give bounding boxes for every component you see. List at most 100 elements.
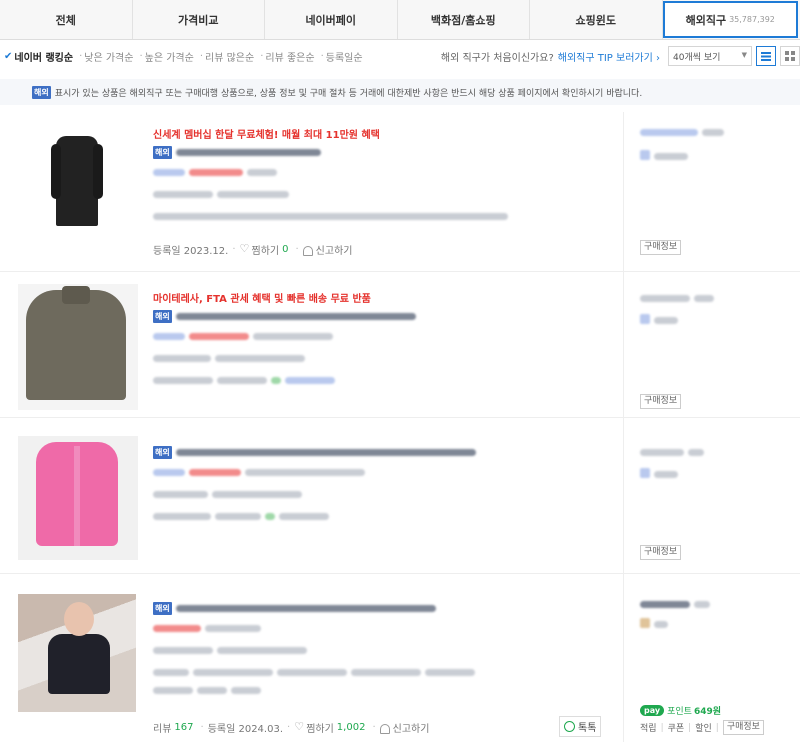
wish-label[interactable]: 찜하기: [306, 720, 334, 735]
overseas-badge: 해외: [153, 445, 172, 459]
seller-column: 구매정보: [623, 112, 800, 271]
tab-shopping-window[interactable]: 쇼핑윈도: [530, 0, 663, 39]
seller-column: pay 포인트 649원 적립 | 쿠폰 | 할인 | 구매정보: [623, 574, 800, 742]
sort-ranking[interactable]: 네이버 랭킹순: [14, 49, 73, 64]
product-info: 해외: [153, 444, 620, 530]
tab-overseas-direct[interactable]: 해외직구 35,787,392: [662, 1, 798, 38]
product-row: 해외 구매정보: [0, 418, 800, 574]
product-info: 마이테레사, FTA 관세 혜택 및 빠른 배송 무료 반품 해외: [153, 292, 620, 394]
product-image[interactable]: [18, 594, 136, 712]
product-info: 해외: [153, 600, 620, 704]
report-icon[interactable]: [379, 723, 390, 734]
page-size-select[interactable]: 40개씩 보기 ▼: [668, 46, 752, 66]
report-link[interactable]: 신고하기: [393, 720, 430, 735]
bullet-icon: ·: [79, 50, 83, 62]
tab-label: 네이버페이: [305, 13, 357, 27]
heart-icon[interactable]: [240, 242, 250, 255]
benefit-points: 적립: [640, 724, 657, 734]
overseas-notice: 해외 표시가 있는 상품은 해외직구 또는 구매대행 상품으로, 상품 정보 및…: [0, 79, 800, 105]
chat-icon: [564, 721, 575, 732]
page-size-value: 40개씩 보기: [673, 52, 721, 63]
grid-icon: [785, 51, 795, 61]
benefit-coupon: 쿠폰: [667, 724, 685, 734]
buy-info-button[interactable]: 구매정보: [640, 394, 682, 409]
notice-text: 표시가 있는 상품은 해외직구 또는 구매대행 상품으로, 상품 정보 및 구매…: [54, 88, 643, 99]
wish-count: 0: [282, 244, 289, 255]
product-image[interactable]: [18, 124, 136, 242]
promo-text[interactable]: 마이테레사, FTA 관세 혜택 및 빠른 배송 무료 반품: [153, 292, 620, 308]
npay-logo-icon: pay: [640, 705, 665, 716]
category-tabs: 전체 가격비교 네이버페이 백화점/홈쇼핑 쇼핑윈도 해외직구 35,787,3…: [0, 0, 800, 40]
bullet-icon: ·: [139, 50, 143, 62]
sort-bar: ✔ 네이버 랭킹순 · 낮은 가격순 · 높은 가격순 · 리뷰 많은순 · 리뷰 좋은…: [0, 40, 800, 72]
overseas-tip-link[interactable]: 해외직구 TIP 보러가기: [558, 49, 660, 64]
register-date: 등록일 2023.12.: [153, 246, 229, 257]
product-title[interactable]: [175, 448, 476, 456]
point-value: 649원: [693, 707, 722, 717]
tab-label: 백화점/홈쇼핑: [430, 13, 496, 27]
tab-department-store[interactable]: 백화점/홈쇼핑: [398, 0, 530, 39]
wish-label[interactable]: 찜하기: [252, 242, 280, 257]
promo-text[interactable]: 신세계 멤버십 한달 무료체험! 매월 최대 11만원 혜택: [153, 128, 620, 144]
bullet-icon: ·: [260, 50, 264, 62]
shirt-photo: [18, 594, 136, 712]
report-link[interactable]: 신고하기: [316, 242, 353, 257]
register-date: 등록일 2024.03.: [207, 724, 283, 735]
sort-low-price[interactable]: 낮은 가격순: [84, 49, 133, 64]
sort-review-score[interactable]: 리뷰 좋은순: [265, 49, 314, 64]
tab-count: 35,787,392: [729, 15, 775, 24]
review-label[interactable]: 리뷰: [153, 720, 171, 735]
sort-registered[interactable]: 등록일순: [326, 49, 363, 64]
overseas-badge: 해외: [32, 85, 51, 99]
tab-price-compare[interactable]: 가격비교: [133, 0, 265, 39]
buy-info-button[interactable]: 구매정보: [640, 240, 682, 255]
coat-image: [51, 136, 103, 226]
product-image[interactable]: [18, 284, 138, 410]
wish-count: 1,002: [336, 722, 366, 733]
product-title[interactable]: [175, 312, 416, 320]
sort-review-count[interactable]: 리뷰 많은순: [205, 49, 254, 64]
product-info: 신세계 멤버십 한달 무료체험! 매월 최대 11만원 혜택 해외: [153, 128, 620, 230]
cardigan-image: [36, 442, 118, 546]
product-meta: 리뷰167· 등록일 2024.03.· 찜하기1,002· 신고하기: [153, 720, 429, 735]
list-view-button[interactable]: [756, 46, 776, 66]
tab-label: 해외직구: [685, 13, 727, 27]
bullet-icon: ·: [199, 50, 204, 62]
seller-column: 구매정보: [623, 272, 800, 417]
heart-icon[interactable]: [294, 720, 304, 733]
tab-label: 전체: [55, 13, 76, 27]
bullet-icon: ·: [320, 50, 324, 62]
point-label: 포인트: [667, 707, 692, 717]
product-row: 마이테레사, FTA 관세 혜택 및 빠른 배송 무료 반품 해외 구매정보: [0, 272, 800, 418]
tab-label: 쇼핑윈도: [575, 13, 616, 27]
sort-right-controls: 해외 직구가 처음이신가요? 해외직구 TIP 보러가기 40개씩 보기 ▼: [441, 46, 800, 66]
report-icon[interactable]: [302, 245, 313, 256]
overseas-badge: 해외: [153, 601, 172, 615]
grid-view-button[interactable]: [780, 46, 800, 66]
tab-naver-pay[interactable]: 네이버페이: [265, 0, 398, 39]
seller-column: 구매정보: [623, 418, 800, 573]
check-icon: ✔: [4, 50, 13, 62]
talk-label: 톡톡: [578, 723, 597, 734]
list-icon: [761, 51, 771, 61]
sweater-image: [26, 286, 126, 400]
product-title[interactable]: [175, 604, 436, 612]
overseas-badge: 해외: [153, 145, 172, 159]
sort-high-price[interactable]: 높은 가격순: [145, 49, 194, 64]
naver-pay-point: pay 포인트 649원: [640, 704, 721, 717]
buy-info-button[interactable]: 구매정보: [722, 720, 764, 735]
product-image[interactable]: [18, 436, 138, 560]
talk-button[interactable]: 톡톡: [559, 716, 602, 737]
product-title[interactable]: [175, 148, 321, 156]
review-count[interactable]: 167: [174, 722, 193, 733]
product-row: 신세계 멤버십 한달 무료체험! 매월 최대 11만원 혜택 해외 등록일 20…: [0, 112, 800, 272]
product-meta: 등록일 2023.12.· 찜하기0· 신고하기: [153, 242, 352, 257]
buy-info-button[interactable]: 구매정보: [640, 545, 682, 560]
benefit-tags: 적립 | 쿠폰 | 할인 | 구매정보: [640, 720, 768, 735]
product-row: 해외 리뷰167· 등록일 2024.03.· 찜하기1,002· 신고하기 톡…: [0, 574, 800, 742]
tab-all[interactable]: 전체: [0, 0, 133, 39]
overseas-question: 해외 직구가 처음이신가요?: [440, 52, 554, 64]
benefit-discount: 할인: [695, 724, 712, 734]
overseas-badge: 해외: [153, 309, 172, 323]
tab-label: 가격비교: [178, 13, 219, 27]
